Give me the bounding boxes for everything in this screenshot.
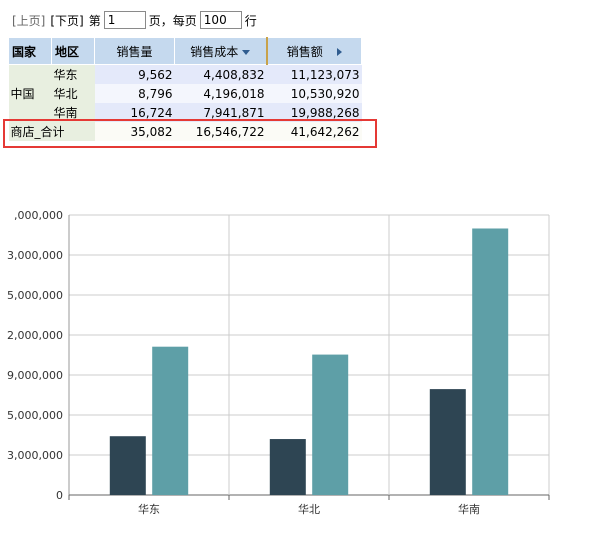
cost-header[interactable]: 销售成本 (174, 37, 268, 65)
bar (312, 354, 349, 495)
x-axis-ticks: 华东 华北 华南 (138, 502, 480, 516)
amount-cell: 19,988,268 (266, 103, 362, 122)
amount-cell: 11,123,073 (266, 64, 362, 84)
y-tick-label: 9,000,000 (7, 369, 63, 382)
rows-per-page-input[interactable] (199, 11, 242, 29)
cost-cell: 4,408,832 (174, 64, 267, 84)
amount-cell: 10,530,920 (266, 84, 362, 103)
qty-cell: 16,724 (94, 103, 175, 122)
country-cell: 中国 (8, 64, 52, 122)
page-suffix-label: 页， (148, 13, 173, 28)
y-axis-ticks: ,000,000 3,000,000 5,000,000 2,000,000 9,000… (7, 209, 63, 502)
region-cell: 华南 (51, 103, 95, 122)
y-tick-label: ,000,000 (14, 209, 63, 222)
bar (152, 346, 189, 495)
table-row: 华北 8,796 4,196,018 10,530,920 (9, 84, 362, 103)
pager-bar: [上页] [下页] 第 页， 每页 行 (12, 10, 257, 30)
bar (109, 436, 146, 495)
per-page-label: 每页 (172, 13, 197, 28)
amount-header[interactable]: 销售额 (266, 37, 362, 65)
bar (269, 439, 306, 495)
bar (472, 228, 509, 496)
cost-header-label: 销售成本 (190, 44, 239, 59)
amount-header-label: 销售额 (286, 44, 323, 59)
prev-page-link[interactable]: [上页] (12, 12, 45, 29)
y-tick-label: 2,000,000 (7, 329, 63, 342)
region-header[interactable]: 地区 (51, 37, 95, 65)
cost-cell: 4,196,018 (174, 84, 267, 103)
qty-cell: 8,796 (94, 84, 175, 103)
y-tick-label: 3,000,000 (7, 449, 63, 462)
sort-descending-icon[interactable] (242, 49, 251, 55)
rows-suffix-label: 行 (244, 13, 257, 28)
total-label: 商店_合计 (8, 122, 95, 141)
total-amount-cell: 41,642,262 (266, 122, 362, 141)
x-tick-label: 华东 (138, 502, 160, 516)
x-tick-label: 华北 (298, 502, 320, 516)
table-row: 华南 16,724 7,941,871 19,988,268 (9, 103, 362, 122)
expand-right-icon[interactable] (336, 48, 342, 56)
qty-header-label: 销售量 (116, 44, 153, 59)
qty-header[interactable]: 销售量 (94, 37, 175, 65)
y-tick-label: 5,000,000 (7, 289, 63, 302)
total-row: 商店_合计 35,082 16,546,722 41,642,262 (8, 122, 362, 141)
page-prefix-label: 第 (88, 13, 101, 28)
page-number-input[interactable] (103, 11, 146, 29)
y-tick-label: 5,000,000 (7, 409, 63, 422)
region-cell: 华北 (51, 84, 95, 103)
header-row: 国家 地区 销售量 销售成本 销售额 (8, 37, 362, 65)
total-qty-cell: 35,082 (94, 122, 175, 141)
bar (429, 389, 466, 495)
y-tick-label: 0 (56, 489, 63, 502)
cost-cell: 7,941,871 (174, 103, 267, 122)
country-header[interactable]: 国家 (8, 37, 52, 65)
y-tick-label: 3,000,000 (7, 249, 63, 262)
region-cell: 华东 (51, 64, 95, 84)
sales-bar-chart: ,000,000 3,000,000 5,000,000 2,000,000 9,000… (7, 209, 550, 516)
qty-cell: 9,562 (94, 64, 175, 84)
next-page-link[interactable]: [下页] (50, 12, 83, 29)
x-tick-label: 华南 (458, 502, 480, 516)
table-row: 中国 华东 9,562 4,408,832 11,123,073 (8, 64, 362, 122)
total-cost-cell: 16,546,722 (174, 122, 267, 141)
sales-table: 国家 地区 销售量 销售成本 销售额 中国 华东 9,562 4,408,832… (8, 37, 362, 141)
